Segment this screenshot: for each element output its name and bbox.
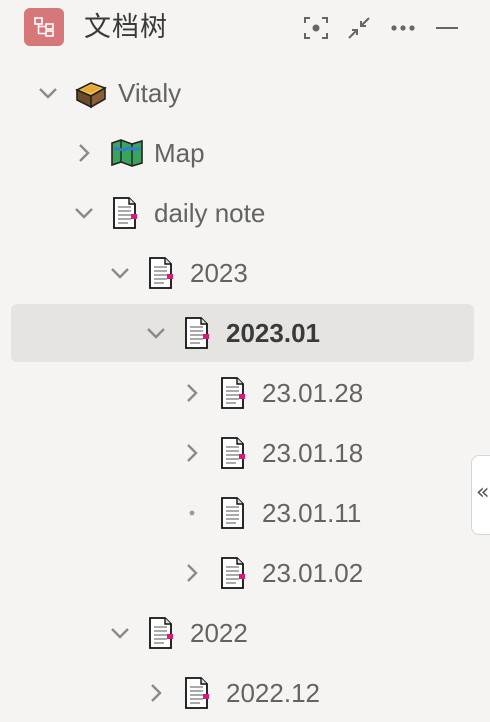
tree-item-label: 23.01.11 bbox=[262, 498, 362, 528]
tree-item-label: 23.01.28 bbox=[262, 378, 364, 408]
tree-row[interactable]: 2022.12 bbox=[0, 664, 490, 722]
document-icon bbox=[218, 496, 248, 530]
tree-item-label: daily note bbox=[154, 198, 266, 228]
document-icon bbox=[110, 196, 140, 230]
tree-item-label: Vitaly bbox=[118, 78, 182, 108]
doc-tree-logo-icon bbox=[24, 8, 64, 46]
tree-row[interactable]: 2023.01 bbox=[0, 304, 490, 362]
document-icon bbox=[146, 256, 176, 290]
more-dots-icon bbox=[391, 25, 415, 31]
panel-header: 文档树 bbox=[0, 0, 490, 60]
document-icon bbox=[218, 376, 248, 410]
double-chevron-left-icon: « bbox=[476, 480, 490, 505]
tree-item-label: 2023 bbox=[190, 258, 248, 288]
chevron-down-icon[interactable] bbox=[108, 621, 132, 645]
panel-title: 文档树 bbox=[84, 12, 168, 43]
tree-row[interactable]: 2022 bbox=[0, 604, 490, 662]
chevron-down-icon[interactable] bbox=[36, 81, 60, 105]
document-icon bbox=[218, 556, 248, 590]
minimize-icon bbox=[436, 27, 458, 29]
tree-row[interactable]: 2023 bbox=[0, 244, 490, 302]
tree-item-label: 23.01.18 bbox=[262, 438, 364, 468]
tree-row[interactable]: 23.01.02 bbox=[0, 544, 490, 602]
tree-row[interactable]: 23.01.11 bbox=[0, 484, 490, 542]
focus-button[interactable] bbox=[302, 14, 330, 42]
map-icon bbox=[110, 136, 143, 170]
chevron-down-icon[interactable] bbox=[144, 321, 168, 345]
tree-row[interactable]: daily note bbox=[0, 184, 490, 242]
document-icon bbox=[182, 676, 212, 710]
more-button[interactable] bbox=[389, 14, 417, 42]
document-icon bbox=[146, 616, 176, 650]
document-icon bbox=[218, 436, 248, 470]
chevron-down-icon[interactable] bbox=[108, 261, 132, 285]
tree-item-label: 2022 bbox=[190, 618, 248, 648]
minimize-button[interactable] bbox=[433, 14, 461, 42]
chevron-right-icon[interactable] bbox=[180, 381, 204, 405]
tree-item-label: Map bbox=[154, 138, 205, 168]
document-icon bbox=[182, 316, 212, 350]
collapse-sidebar-tab[interactable]: « bbox=[471, 455, 490, 535]
chevron-right-icon[interactable] bbox=[180, 561, 204, 585]
tree-row[interactable]: Vitaly bbox=[0, 64, 490, 122]
tree-row[interactable]: 23.01.28 bbox=[0, 364, 490, 422]
chevron-right-icon[interactable] bbox=[180, 441, 204, 465]
collapse-arrows-icon bbox=[348, 17, 370, 39]
leaf-dot-icon bbox=[180, 501, 204, 525]
tree-row[interactable]: 23.01.18 bbox=[0, 424, 490, 482]
tree-item-label: 2022.12 bbox=[226, 678, 320, 708]
collapse-all-button[interactable] bbox=[345, 14, 373, 42]
chevron-right-icon[interactable] bbox=[144, 681, 168, 705]
chevron-right-icon[interactable] bbox=[72, 141, 96, 165]
focus-icon bbox=[304, 17, 328, 39]
box-icon bbox=[74, 76, 107, 110]
tree-item-label: 2023.01 bbox=[226, 318, 320, 348]
chevron-down-icon[interactable] bbox=[72, 201, 96, 225]
tree-item-label: 23.01.02 bbox=[262, 558, 364, 588]
tree-row[interactable]: Map bbox=[0, 124, 490, 182]
